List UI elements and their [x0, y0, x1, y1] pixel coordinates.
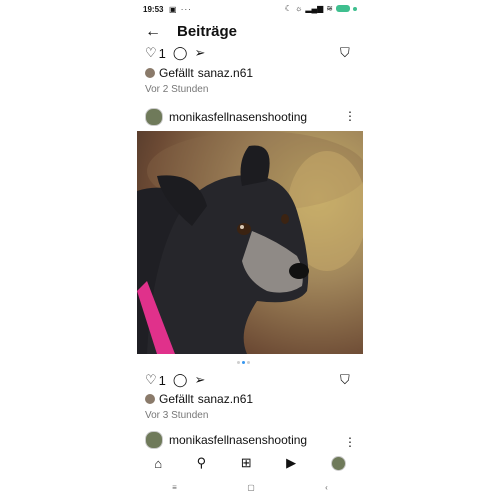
avatar[interactable]	[145, 108, 163, 126]
liked-by-prefix: Gefällt	[159, 66, 194, 80]
post2-liked-by: Gefällt sanaz.n61	[145, 392, 253, 406]
post2-username[interactable]: monikasfellnasenshooting	[169, 110, 307, 124]
more-options-icon[interactable]: ⋮	[344, 435, 356, 449]
signal-icon: ▂▄▆	[305, 4, 324, 13]
post2-action-bar: ♡ 1 ◯ ➢	[145, 372, 205, 388]
carousel-dot-active	[242, 361, 245, 364]
carousel-dot	[237, 361, 240, 364]
reels-icon[interactable]: ▶	[286, 455, 296, 471]
back-icon[interactable]: ‹	[325, 483, 328, 492]
page-header: ← Beiträge	[137, 20, 363, 44]
post1-like-count: 1	[158, 45, 166, 61]
status-time: 19:53	[143, 5, 164, 14]
search-icon[interactable]: ⚲	[197, 455, 207, 471]
moon-icon: ☾	[284, 4, 292, 13]
post3-username[interactable]: monikasfellnasenshooting	[169, 433, 307, 447]
avatar[interactable]	[145, 431, 163, 449]
heart-icon[interactable]: ♡	[145, 45, 157, 61]
page-title: Beiträge	[177, 23, 238, 40]
wifi-icon: ≋	[326, 4, 333, 13]
bottom-nav: ⌂ ⚲ ⊞ ▶	[137, 452, 363, 474]
liked-by-prefix: Gefällt	[159, 392, 194, 406]
post1-liked-by: Gefällt sanaz.n61	[145, 66, 253, 80]
liker-avatar	[145, 394, 155, 404]
home-square-icon[interactable]: ▢	[247, 483, 255, 492]
home-icon[interactable]: ⌂	[154, 456, 162, 471]
create-post-icon[interactable]: ⊞	[241, 455, 252, 471]
heart-icon[interactable]: ♡	[145, 372, 157, 388]
status-bar: 19:53 ▣ ··· ☾ ☼ ▂▄▆ ≋	[137, 0, 363, 20]
menu-icon[interactable]: ≡	[172, 483, 177, 492]
more-options-icon[interactable]: ⋮	[344, 109, 356, 123]
post2-header: monikasfellnasenshooting	[145, 108, 307, 126]
post2-time: Vor 3 Stunden	[145, 410, 209, 421]
liked-by-user[interactable]: sanaz.n61	[198, 392, 253, 406]
comment-icon[interactable]: ◯	[173, 372, 188, 388]
comment-icon[interactable]: ◯	[173, 45, 188, 61]
dog-image	[137, 131, 363, 354]
carousel-indicator	[237, 361, 250, 364]
post-photo[interactable]	[137, 131, 363, 354]
back-arrow-icon[interactable]: ←	[145, 23, 161, 41]
battery-icon	[336, 5, 350, 12]
share-icon[interactable]: ➢	[194, 372, 205, 388]
post2-like-count: 1	[158, 372, 166, 388]
profile-avatar[interactable]	[330, 455, 346, 471]
post3-header: monikasfellnasenshooting	[145, 431, 307, 449]
share-icon[interactable]: ➢	[194, 45, 205, 61]
phone-screen: 19:53 ▣ ··· ☾ ☼ ▂▄▆ ≋ ← Beiträge ♡ 1 ◯ ➢…	[137, 0, 363, 500]
carousel-dot	[247, 361, 250, 364]
bookmark-icon[interactable]: ⛉	[340, 45, 350, 61]
bookmark-icon[interactable]: ⛉	[340, 372, 350, 388]
brightness-icon: ☼	[294, 4, 303, 13]
post1-time: Vor 2 Stunden	[145, 84, 209, 95]
post1-action-bar: ♡ 1 ◯ ➢	[145, 45, 205, 61]
status-dot-icon	[353, 6, 357, 11]
status-icons-left: ▣ ···	[169, 5, 192, 14]
status-icons-right: ☾ ☼ ▂▄▆ ≋	[285, 4, 357, 13]
liker-avatar	[145, 68, 155, 78]
system-nav: ≡ ▢ ‹	[137, 480, 363, 494]
liked-by-user[interactable]: sanaz.n61	[198, 66, 253, 80]
